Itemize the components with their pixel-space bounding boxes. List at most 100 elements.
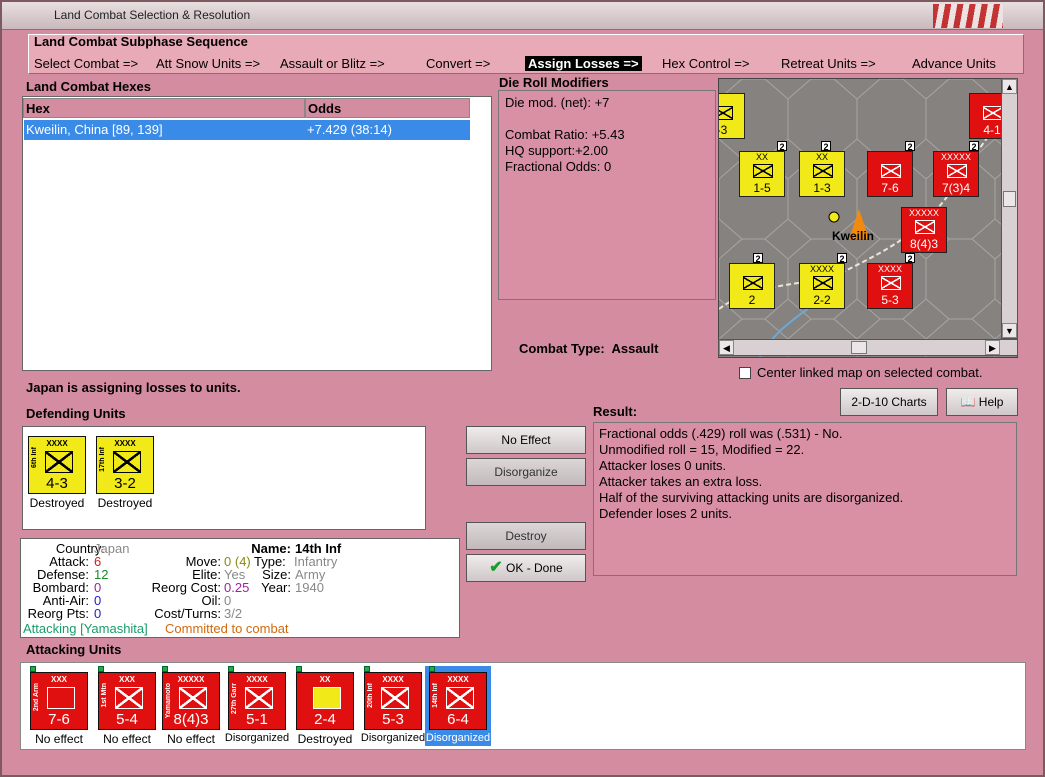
attacking-unit-status: No effect	[35, 732, 83, 746]
table-row[interactable]: Kweilin, China [89, 139] +7.429 (38:14)	[24, 120, 470, 140]
attacking-unit-status: No effect	[103, 732, 151, 746]
map-vertical-scrollbar[interactable]: ▲ ▼	[1001, 78, 1018, 339]
result-line: Attacker takes an extra loss.	[599, 474, 763, 489]
center-linked-map-checkbox[interactable]	[739, 367, 751, 379]
attacking-unit-counter[interactable]: XXX 2nd Arm 7-6	[30, 672, 88, 730]
help-label: Help	[978, 395, 1004, 409]
die-roll-title: Die Roll Modifiers	[499, 75, 609, 90]
stack-count-badge: 2	[969, 141, 979, 152]
step-att-snow-units[interactable]: Att Snow Units =>	[156, 56, 260, 71]
scroll-up-icon[interactable]: ▲	[1002, 79, 1017, 94]
map-counter[interactable]: 7-6	[867, 151, 913, 197]
combat-type-value: Assault	[611, 341, 659, 356]
hq-support: HQ support:+2.00	[505, 143, 608, 158]
result-line: Half of the surviving attacking units ar…	[599, 490, 904, 505]
attacking-unit-counter[interactable]: XXX 1st Mtn 5-4	[98, 672, 156, 730]
no-effect-button[interactable]: No Effect	[466, 426, 586, 454]
step-select-combat[interactable]: Select Combat =>	[34, 56, 138, 71]
attacking-unit-counter[interactable]: XXXXX Yamamoto 8(4)3	[162, 672, 220, 730]
scroll-left-icon[interactable]: ◀	[719, 340, 734, 355]
center-linked-map-label: Center linked map on selected combat.	[757, 365, 983, 380]
attacking-unit-status: Destroyed	[297, 732, 353, 746]
scroll-thumb[interactable]	[1003, 191, 1016, 207]
step-hex-control[interactable]: Hex Control =>	[662, 56, 749, 71]
step-convert[interactable]: Convert =>	[426, 56, 490, 71]
scroll-right-icon[interactable]: ▶	[985, 340, 1000, 355]
committed-dot-icon	[98, 666, 104, 672]
map-counter[interactable]: 2	[729, 263, 775, 309]
map-counter[interactable]: XXXXX 8(4)3	[901, 207, 947, 253]
result-line: Defender loses 2 units.	[599, 506, 732, 521]
defending-unit-counter[interactable]: XXXX 17th Inf 3-2	[96, 436, 154, 494]
attacking-unit-status: Disorganized	[425, 732, 491, 744]
result-panel: Fractional odds (.429) roll was (.531) -…	[593, 422, 1017, 576]
combat-type-label: Combat Type: Assault	[519, 341, 659, 356]
map-horizontal-scrollbar[interactable]: ◀ ▶	[718, 339, 1018, 356]
map-counter[interactable]: XXXXX 7(3)4	[933, 151, 979, 197]
defending-unit-status: Destroyed	[97, 496, 153, 510]
scroll-down-icon[interactable]: ▼	[1002, 323, 1017, 338]
stack-count-badge: 2	[905, 141, 915, 152]
result-line: Unmodified roll = 15, Modified = 22.	[599, 442, 805, 457]
defending-unit-counter[interactable]: XXXX 6th Inf 4-3	[28, 436, 86, 494]
committed-dot-icon	[162, 666, 168, 672]
attacking-hq-text: Attacking [Yamashita]	[23, 621, 148, 636]
combat-ratio: Combat Ratio: +5.43	[505, 127, 625, 142]
result-line: Attacker loses 0 units.	[599, 458, 727, 473]
die-roll-panel: Die mod. (net): +7 Combat Ratio: +5.43 H…	[498, 90, 716, 300]
map-counter[interactable]: XX 1-5	[739, 151, 785, 197]
map-counter[interactable]: XXXX 5-3	[867, 263, 913, 309]
committed-dot-icon	[228, 666, 234, 672]
japan-flag-icon	[933, 4, 1003, 28]
scroll-thumb[interactable]	[851, 341, 867, 354]
unit-info-panel: Country: Japan Attack: 6 Defense: 12 Bom…	[20, 538, 460, 638]
fractional-odds: Fractional Odds: 0	[505, 159, 612, 174]
step-assault-or-blitz[interactable]: Assault or Blitz =>	[280, 56, 385, 71]
ok-done-label: OK - Done	[506, 561, 563, 575]
stack-count-badge: 2	[837, 253, 847, 264]
defending-unit-status: Destroyed	[29, 496, 85, 510]
attacking-unit-counter[interactable]: XX 2-4	[296, 672, 354, 730]
map-counter[interactable]: XXXX 2-2	[799, 263, 845, 309]
column-header-hex[interactable]: Hex	[23, 98, 305, 118]
attacking-unit-counter-selected[interactable]: XXXX 14th Inf 6-4	[429, 672, 487, 730]
attacking-unit-counter[interactable]: XXXX 20th Inf 5-3	[364, 672, 422, 730]
attacking-units-title: Attacking Units	[26, 642, 122, 657]
title-bar: Land Combat Selection & Resolution	[2, 2, 1043, 30]
land-combat-window: Land Combat Selection & Resolution Land …	[0, 0, 1045, 777]
help-book-icon: 📖	[960, 395, 976, 409]
committed-dot-icon	[30, 666, 36, 672]
attacking-unit-counter[interactable]: XXXX 27th Garr 5-1	[228, 672, 286, 730]
step-retreat-units[interactable]: Retreat Units =>	[781, 56, 876, 71]
committed-dot-icon	[296, 666, 302, 672]
city-label-kweilin: Kweilin	[832, 229, 875, 243]
stack-count-badge: 2	[753, 253, 763, 264]
unit-year: 1940	[295, 580, 324, 595]
map-counter[interactable]: XX 1-3	[799, 151, 845, 197]
destroy-button[interactable]: Destroy	[466, 522, 586, 550]
unit-cost-turns: 3/2	[224, 606, 243, 621]
attacking-unit-status: Disorganized	[360, 732, 426, 744]
help-button[interactable]: 📖 Help	[946, 388, 1018, 416]
window-title: Land Combat Selection & Resolution	[54, 8, 251, 22]
result-title: Result:	[593, 404, 638, 419]
ok-done-button[interactable]: ✔ OK - Done	[466, 554, 586, 582]
disorganize-button[interactable]: Disorganize	[466, 458, 586, 486]
result-line: Fractional odds (.429) roll was (.531) -…	[599, 426, 843, 441]
combat-hexes-title: Land Combat Hexes	[26, 79, 151, 94]
committed-dot-icon	[364, 666, 370, 672]
linked-map[interactable]: Kweilin XX 1-5 XX 1-3 7-6 XXXXX 7(3)4 XXXXX…	[718, 78, 1018, 358]
stack-count-badge: 2	[821, 141, 831, 152]
step-assign-losses[interactable]: Assign Losses =>	[525, 56, 642, 71]
committed-dot-icon	[429, 666, 435, 672]
defending-units-title: Defending Units	[26, 406, 126, 421]
attacking-unit-status: Disorganized	[224, 732, 290, 744]
stack-count-badge: 2	[905, 253, 915, 264]
die-mod-net: Die mod. (net): +7	[505, 95, 610, 110]
stack-count-badge: 2	[777, 141, 787, 152]
status-message: Japan is assigning losses to units.	[26, 380, 241, 395]
charts-button[interactable]: 2-D-10 Charts	[840, 388, 938, 416]
step-advance-units[interactable]: Advance Units	[912, 56, 996, 71]
map-counter[interactable]: -3	[719, 93, 745, 139]
column-header-odds[interactable]: Odds	[305, 98, 470, 118]
